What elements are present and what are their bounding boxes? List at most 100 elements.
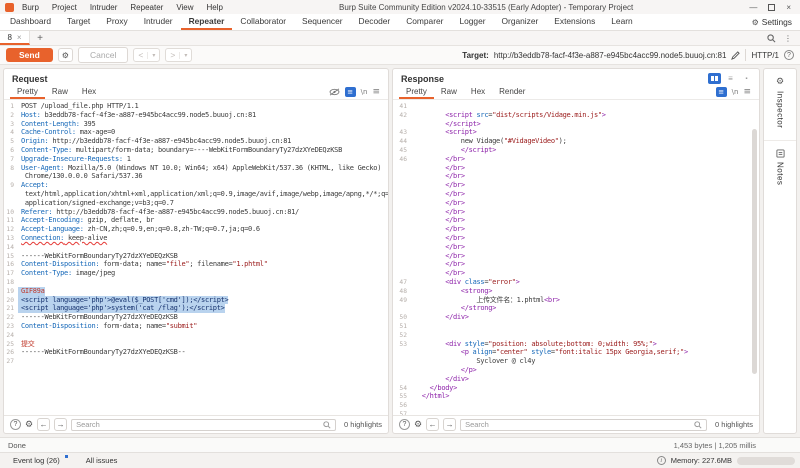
response-tab-pretty[interactable]: Pretty [399, 85, 434, 99]
response-tab-raw[interactable]: Raw [434, 85, 464, 99]
response-scrollbar[interactable] [752, 105, 757, 411]
request-tab-pretty[interactable]: Pretty [10, 85, 45, 99]
tab-intruder[interactable]: Intruder [136, 14, 181, 30]
chevron-down-icon[interactable]: ▾ [179, 52, 191, 59]
event-log-tab[interactable]: Event log (26) [5, 456, 68, 465]
code-line: </div> [393, 375, 759, 384]
tab-target[interactable]: Target [59, 14, 98, 30]
tab-dashboard[interactable]: Dashboard [2, 14, 59, 30]
code-line: </br> [393, 252, 759, 261]
repeater-session-tab[interactable]: 8 × [0, 31, 30, 45]
menu-help[interactable]: Help [207, 3, 223, 12]
tab-logger[interactable]: Logger [451, 14, 493, 30]
request-editor[interactable]: 1POST /upload_file.php HTTP/1.12Host: b3… [4, 100, 388, 415]
code-line: </p> [393, 366, 759, 375]
search-icon[interactable] [767, 34, 776, 43]
request-settings-button[interactable]: ⚙ [58, 48, 73, 62]
send-button[interactable]: Send [6, 48, 53, 62]
search-next-icon[interactable]: → [54, 418, 67, 431]
request-search-input[interactable]: Search [71, 419, 336, 431]
tab-sequencer[interactable]: Sequencer [294, 14, 351, 30]
notes-label: Notes [776, 162, 785, 185]
footer-bar: Event log (26) All issues i Memory: 227.… [0, 452, 800, 468]
maximize-button[interactable] [768, 4, 775, 11]
search-prev-icon[interactable]: ← [426, 418, 439, 431]
burp-window: BurpProjectIntruderRepeaterViewHelp Burp… [0, 0, 800, 468]
edit-pencil-icon[interactable] [731, 51, 740, 60]
tab-learn[interactable]: Learn [603, 14, 640, 30]
response-highlight-count: 0 highlights [711, 420, 753, 429]
code-line: Syclover @ cl4y [393, 357, 759, 366]
prev-request-button[interactable]: < ▾ [133, 48, 160, 62]
next-arrow: > [166, 50, 179, 60]
code-line: </br> [393, 243, 759, 252]
tab-decoder[interactable]: Decoder [351, 14, 399, 30]
tab-extensions[interactable]: Extensions [546, 14, 603, 30]
request-panel: Request PrettyRawHex ≡ \n ≡ 1POST /uploa… [3, 68, 389, 434]
settings-button[interactable]: ⚙Settings [744, 14, 800, 30]
response-tab-render[interactable]: Render [492, 85, 532, 99]
cancel-button[interactable]: Cancel [78, 47, 128, 63]
newline-toggle-icon[interactable]: \n [732, 88, 739, 96]
close-tab-icon[interactable]: × [17, 33, 22, 42]
response-editor[interactable]: 4142<script src="dist/scripts/Vidage.min… [393, 100, 759, 415]
title-bar: BurpProjectIntruderRepeaterViewHelp Burp… [0, 0, 800, 14]
code-line: </script> [393, 120, 759, 129]
all-issues-tab[interactable]: All issues [86, 456, 118, 465]
hide-nonprinting-icon[interactable] [329, 88, 340, 96]
help-icon[interactable]: ? [784, 50, 794, 60]
rows-layout-icon[interactable]: ≡ [724, 73, 737, 84]
code-line: 55</html> [393, 392, 759, 401]
close-button[interactable]: × [786, 3, 791, 12]
inspector-tab[interactable]: ⚙ Inspector [764, 69, 796, 141]
search-next-icon[interactable]: → [443, 418, 456, 431]
memory-bar [737, 457, 795, 465]
code-line: </br> [393, 199, 759, 208]
code-line: 8User-Agent: Mozilla/5.0 (Windows NT 10.… [4, 164, 388, 173]
search-settings-icon[interactable]: ⚙ [25, 420, 33, 430]
menu-burp[interactable]: Burp [22, 3, 39, 12]
tab-proxy[interactable]: Proxy [98, 14, 135, 30]
response-search-input[interactable]: Search [460, 419, 707, 431]
notes-tab[interactable]: Notes [764, 141, 796, 197]
tab-collaborator[interactable]: Collaborator [232, 14, 294, 30]
protocol-selector[interactable]: HTTP/1 [751, 51, 779, 60]
code-line: 49上传文件名：1.phtml<br> [393, 296, 759, 305]
editor-menu-icon[interactable]: ≡ [743, 87, 751, 97]
code-line: 10Referer: http://b3eddb78-facf-4f3e-a88… [4, 208, 388, 217]
request-tab-raw[interactable]: Raw [45, 85, 75, 99]
editor-menu-icon[interactable]: ≡ [372, 87, 380, 97]
syntax-highlight-icon[interactable]: ≡ [716, 87, 727, 97]
code-line: </br> [393, 172, 759, 181]
add-tab-button[interactable]: + [30, 31, 50, 45]
code-line: 24 [4, 331, 388, 340]
search-help-icon[interactable]: ? [399, 419, 410, 430]
search-prev-icon[interactable]: ← [37, 418, 50, 431]
menu-repeater[interactable]: Repeater [130, 3, 163, 12]
event-log-badge [65, 455, 68, 458]
inspector-label: Inspector [776, 91, 785, 128]
search-settings-icon[interactable]: ⚙ [414, 420, 422, 430]
menu-intruder[interactable]: Intruder [90, 3, 118, 12]
code-line: 12Accept-Language: zh-CN,zh;q=0.9,en;q=0… [4, 225, 388, 234]
next-request-button[interactable]: > ▾ [165, 48, 192, 62]
newline-toggle-icon[interactable]: \n [361, 88, 368, 96]
tab-comparer[interactable]: Comparer [398, 14, 451, 30]
search-help-icon[interactable]: ? [10, 419, 21, 430]
code-line: 52 [393, 331, 759, 340]
request-tab-hex[interactable]: Hex [75, 85, 103, 99]
tab-repeater[interactable]: Repeater [181, 14, 233, 30]
single-layout-icon[interactable]: ▪ [740, 73, 753, 84]
chevron-down-icon[interactable]: ▾ [147, 52, 159, 59]
view-layout-buttons: ≡ ▪ [708, 73, 753, 84]
code-line: 15------WebKitFormBoundaryTy27dzXYeDEQzK… [4, 252, 388, 261]
columns-layout-icon[interactable] [708, 73, 721, 84]
menu-project[interactable]: Project [52, 3, 77, 12]
more-options-icon[interactable]: ⋮ [784, 34, 792, 43]
minimize-button[interactable]: — [749, 3, 757, 12]
repeater-toolbar: Send ⚙ Cancel < ▾ > ▾ Target: http://b3e… [0, 46, 800, 65]
syntax-highlight-icon[interactable]: ≡ [345, 87, 356, 97]
menu-view[interactable]: View [176, 3, 193, 12]
response-tab-hex[interactable]: Hex [464, 85, 492, 99]
tab-organizer[interactable]: Organizer [494, 14, 547, 30]
